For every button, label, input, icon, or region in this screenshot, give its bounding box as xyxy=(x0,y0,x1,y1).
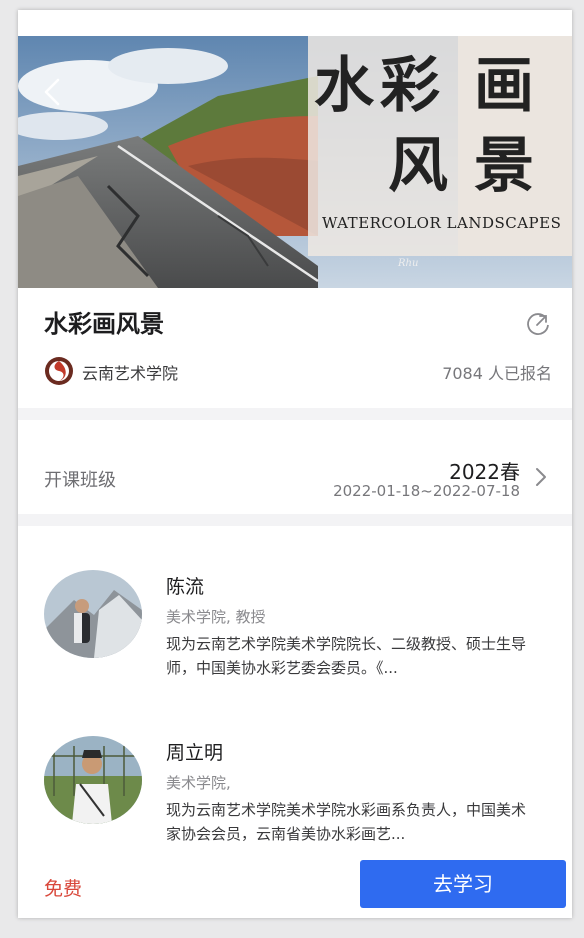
avatar xyxy=(44,570,142,658)
chevron-left-icon xyxy=(44,78,60,106)
cover-title-char: 画 xyxy=(474,51,534,121)
class-label: 开课班级 xyxy=(44,470,116,491)
section-divider xyxy=(18,408,572,420)
teacher-name: 陈流 xyxy=(166,576,205,598)
start-learning-button[interactable]: 去学习 xyxy=(360,860,566,908)
share-icon xyxy=(527,313,549,335)
chevron-right-icon xyxy=(536,468,546,486)
teacher-dept: 美术学院, xyxy=(166,774,231,792)
painter-signature: Rhu xyxy=(398,258,419,269)
teacher-card[interactable]: 陈流 美术学院, 教授 现为云南艺术学院美术学院院长、二级教授、硕士生导师，中国… xyxy=(18,570,572,690)
phone-screen: 水 彩 画 风 景 WATERCOLOR LANDSCAPES Rhu 水彩画风… xyxy=(18,10,572,918)
avatar xyxy=(44,736,142,824)
cover-title-char: 水 xyxy=(314,51,374,121)
cover-title-card: 水 彩 画 风 景 WATERCOLOR LANDSCAPES xyxy=(308,36,572,256)
section-divider xyxy=(18,514,572,526)
teacher-card[interactable]: 周立明 美术学院, 现为云南艺术学院美术学院水彩画系负责人，中国美术家协会会员，… xyxy=(18,736,572,856)
teacher-description: 现为云南艺术学院美术学院水彩画系负责人，中国美术家协会会员，云南省美协水彩画艺.… xyxy=(166,801,527,843)
back-button[interactable] xyxy=(38,72,68,112)
school-name[interactable]: 云南艺术学院 xyxy=(82,360,178,384)
cover-title-char: 风 xyxy=(388,131,448,201)
teacher-description: 现为云南艺术学院美术学院院长、二级教授、硕士生导师，中国美协水彩艺委会委员。《.… xyxy=(166,635,527,677)
course-cover-banner: 水 彩 画 风 景 WATERCOLOR LANDSCAPES Rhu xyxy=(18,36,572,288)
cover-subtitle: WATERCOLOR LANDSCAPES xyxy=(322,214,562,232)
school-logo xyxy=(44,356,74,386)
course-title: 水彩画风景 xyxy=(44,310,164,338)
class-dates: 2022-01-18~2022-07-18 xyxy=(333,482,520,500)
price-label: 免费 xyxy=(44,878,83,900)
teacher-dept: 美术学院, 教授 xyxy=(166,608,266,626)
teacher-name: 周立明 xyxy=(166,742,224,764)
cover-title-char: 彩 xyxy=(380,51,440,121)
cover-title-char: 景 xyxy=(474,131,534,201)
class-selector-row[interactable]: 开课班级 2022春 2022-01-18~2022-07-18 xyxy=(18,420,572,514)
share-button[interactable] xyxy=(524,309,552,337)
enroll-count: 7084 人已报名 xyxy=(442,364,552,383)
class-term: 2022春 xyxy=(449,460,520,484)
bottom-action-bar: 免费 去学习 xyxy=(18,858,572,918)
